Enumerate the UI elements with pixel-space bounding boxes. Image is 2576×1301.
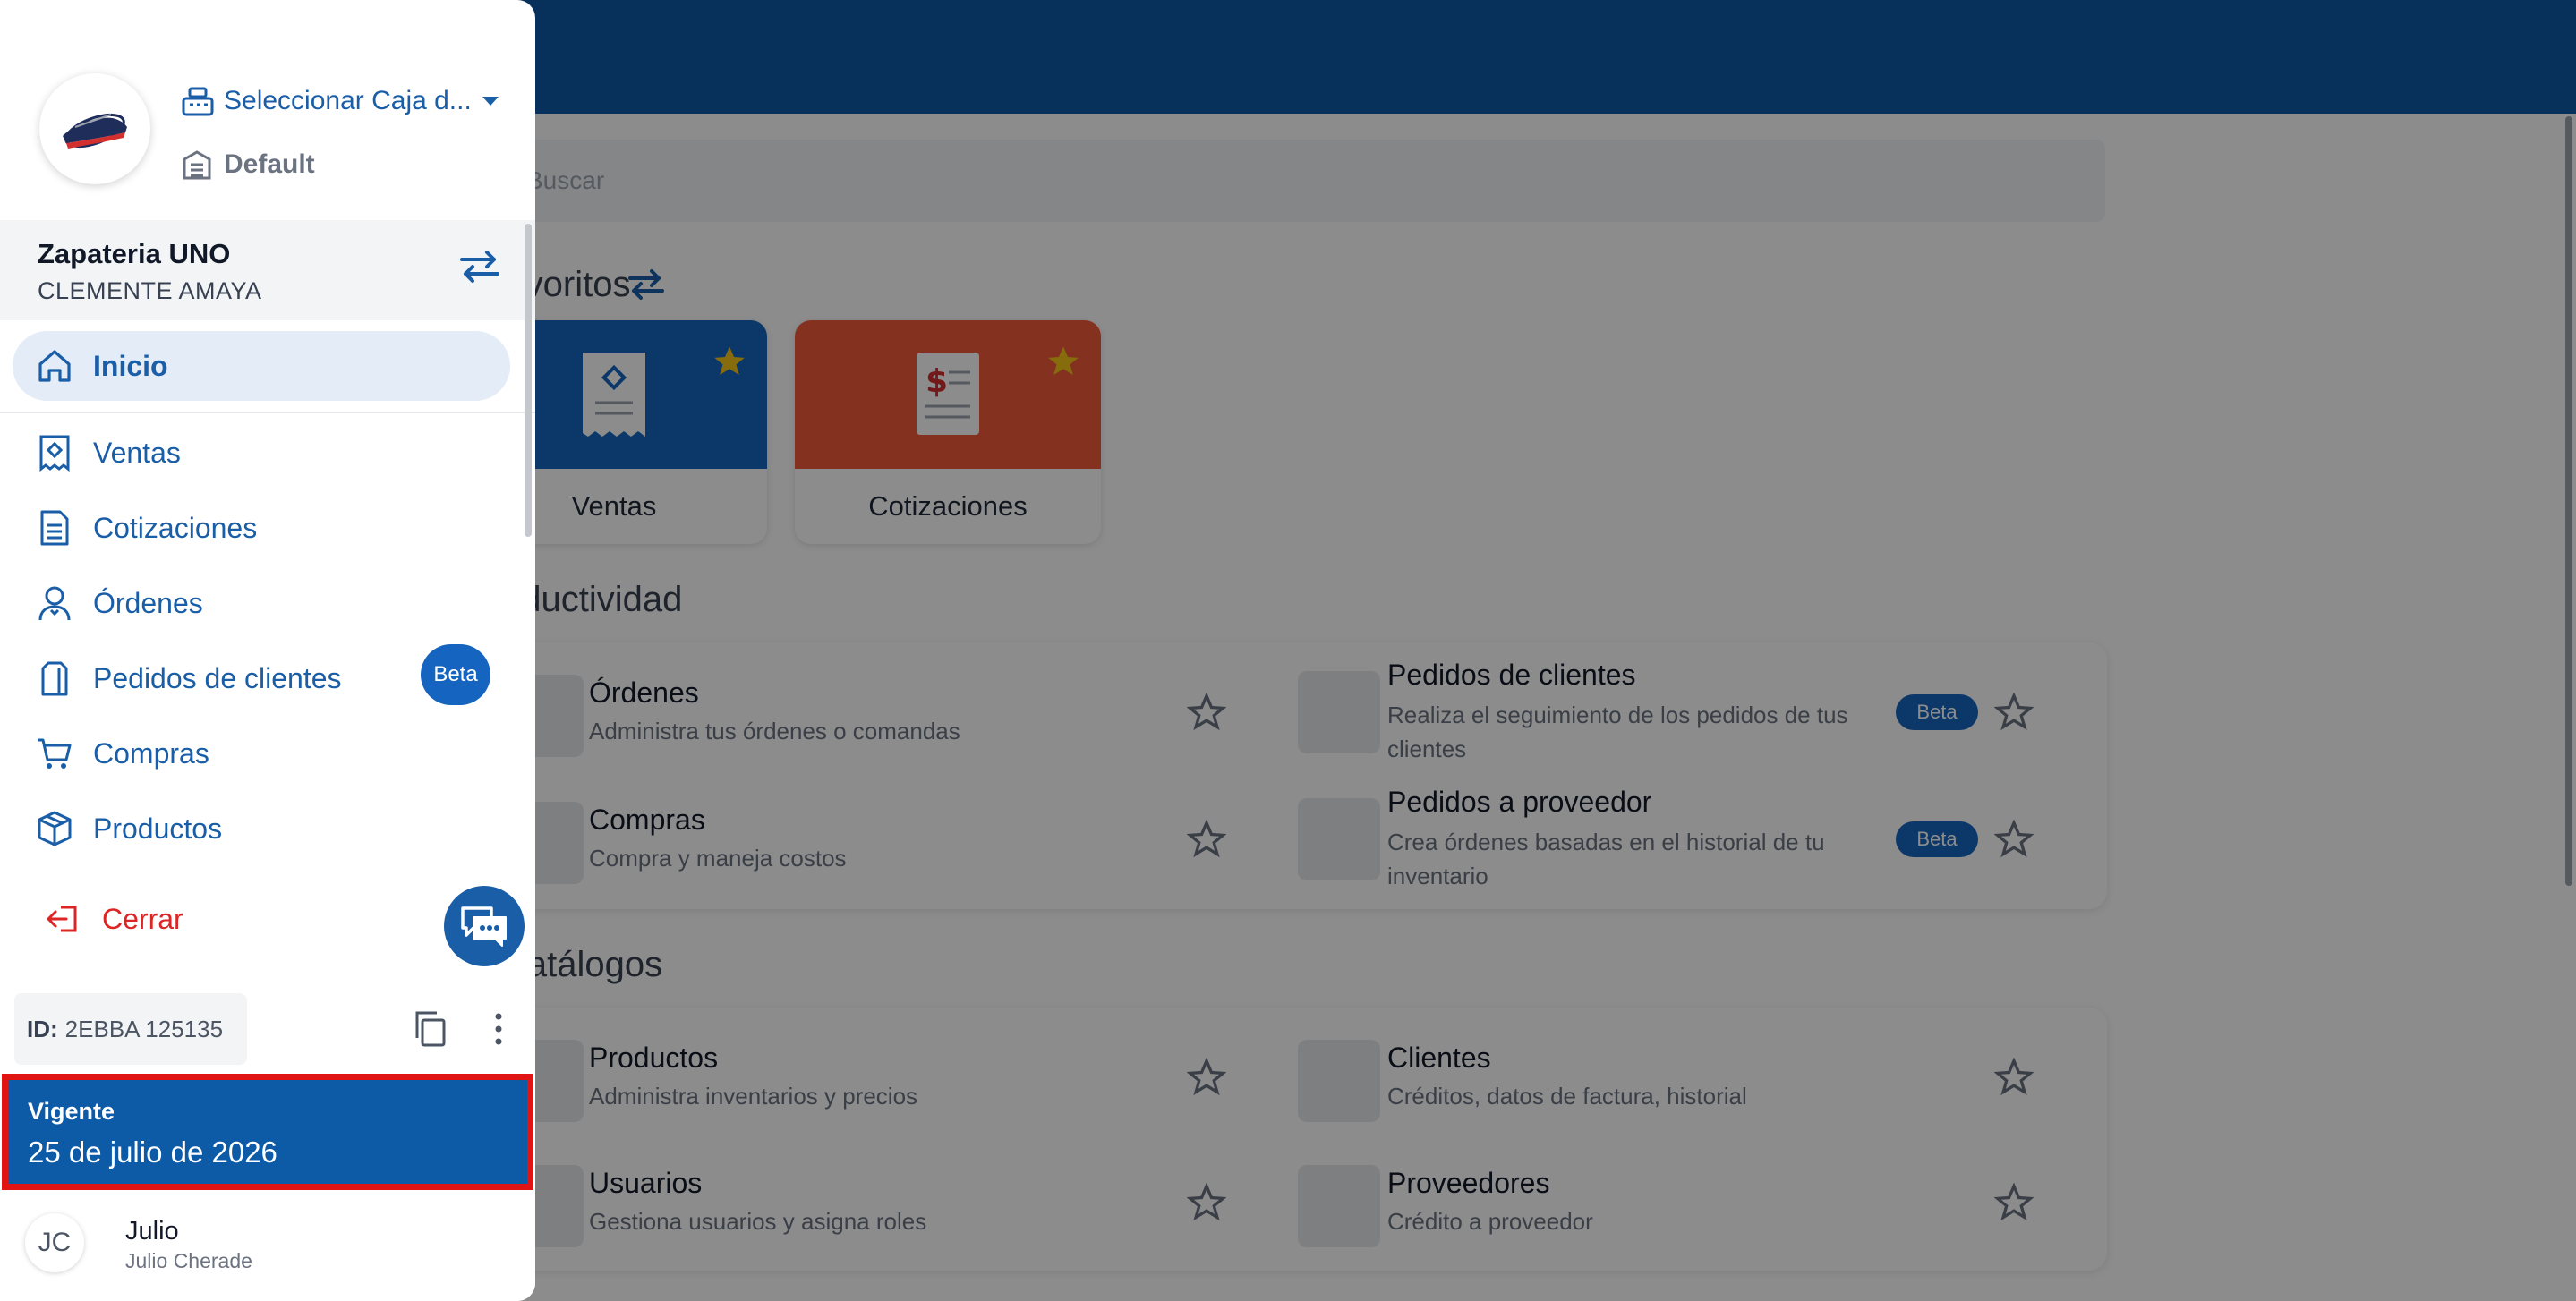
nav-item-inicio[interactable]: Inicio	[36, 339, 168, 393]
subscription-expiry-date: 25 de julio de 2026	[28, 1135, 277, 1169]
device-id: ID: 2EBBA 125135	[14, 993, 247, 1065]
nav-item-cotizaciones[interactable]: Cotizaciones	[36, 501, 257, 555]
nav-item-label: Productos	[93, 812, 223, 845]
user-profile[interactable]: JC Julio Julio Cherade	[0, 1194, 535, 1301]
warehouse-icon	[183, 150, 211, 180]
nav-item-ordenes[interactable]: Órdenes	[36, 576, 203, 630]
nav-item-ventas[interactable]: Ventas	[36, 426, 181, 480]
nav-item-label: Cotizaciones	[93, 511, 258, 544]
device-id-label: ID:	[27, 1015, 58, 1042]
logout-button[interactable]: Cerrar	[45, 900, 183, 938]
shoe-logo-icon	[63, 113, 127, 149]
store-logo	[39, 73, 150, 184]
logout-icon	[47, 906, 77, 932]
divider	[0, 412, 535, 413]
cash-register-icon	[182, 87, 214, 116]
company-switcher[interactable]: Zapateria UNO CLEMENTE AMAYA	[0, 220, 535, 320]
bag-icon	[41, 661, 68, 696]
subscription-status: Vigente 25 de julio de 2026	[2, 1074, 533, 1190]
beta-badge: Beta	[421, 644, 490, 705]
user-name: Julio	[125, 1217, 179, 1246]
caja-selector-label: Seleccionar Caja d...	[224, 86, 472, 115]
receipt-icon	[39, 435, 70, 472]
nav-item-pedidos-clientes[interactable]: Pedidos de clientes	[36, 651, 342, 705]
nav-item-label: Inicio	[93, 349, 168, 382]
more-vertical-icon[interactable]	[485, 1009, 512, 1049]
nav-item-label: Compras	[93, 736, 209, 770]
drawer-scrollbar[interactable]	[525, 224, 532, 537]
device-id-value: 2EBBA 125135	[64, 1015, 224, 1042]
nav-item-productos[interactable]: Productos	[36, 802, 222, 855]
chevron-down-icon	[482, 97, 499, 106]
nav-item-label: Órdenes	[93, 586, 203, 619]
nav-item-label: Pedidos de clientes	[93, 661, 342, 694]
copy-icon[interactable]	[410, 1009, 449, 1049]
waiter-icon	[38, 586, 71, 621]
chat-support-button[interactable]	[444, 886, 525, 966]
nav-item-label: Ventas	[93, 436, 181, 469]
navigation-drawer: Seleccionar Caja d... Default Zapateria …	[0, 0, 535, 1301]
chat-icon	[461, 906, 507, 947]
document-icon	[40, 510, 69, 546]
logout-label: Cerrar	[102, 902, 183, 935]
cart-icon	[38, 738, 72, 769]
company-user: CLEMENTE AMAYA	[38, 277, 262, 304]
caja-selector[interactable]: Seleccionar Caja d...	[181, 86, 500, 116]
warehouse-label: Default	[224, 149, 315, 179]
box-icon	[38, 811, 72, 846]
user-full-name: Julio Cherade	[125, 1249, 252, 1272]
nav-item-compras[interactable]: Compras	[36, 727, 209, 780]
warehouse-default: Default	[181, 149, 315, 181]
subscription-status-title: Vigente	[28, 1098, 115, 1125]
home-icon	[38, 350, 71, 382]
company-name: Zapateria UNO	[38, 238, 231, 269]
avatar: JC	[25, 1213, 84, 1272]
swap-company-icon[interactable]	[458, 249, 501, 285]
